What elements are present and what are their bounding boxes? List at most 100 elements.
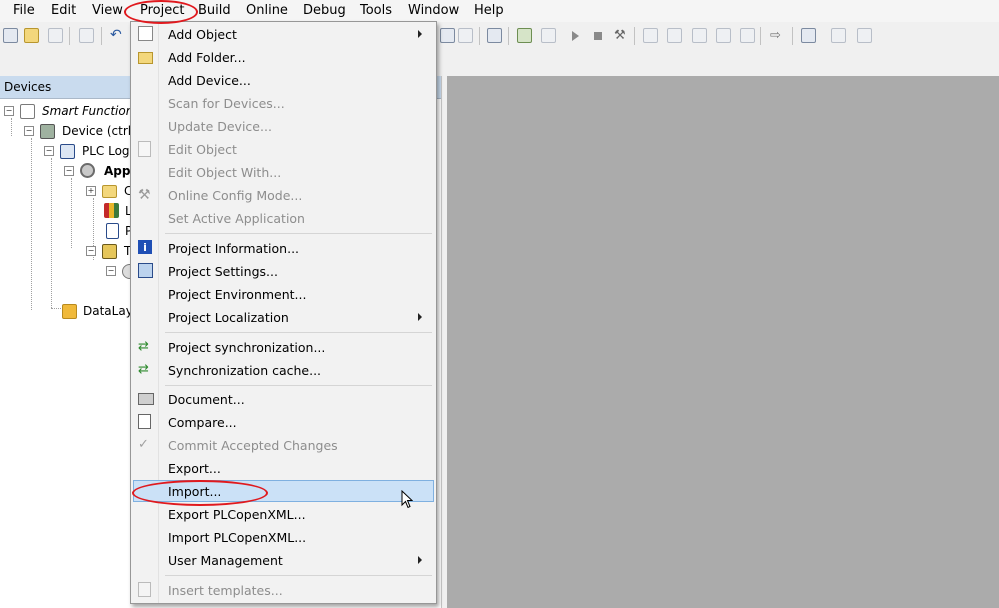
menu-item-label: Project Settings... xyxy=(168,264,278,279)
collapse-icon[interactable]: − xyxy=(4,106,14,116)
document-icon xyxy=(106,223,119,239)
toolbar-separator xyxy=(479,27,480,45)
toolbar-separator xyxy=(101,27,102,45)
printer-icon xyxy=(138,393,154,405)
menu-item-compare[interactable]: Compare... xyxy=(133,411,434,433)
menu-item-edit-object[interactable]: Edit Object xyxy=(133,138,434,160)
force-values-icon[interactable] xyxy=(831,28,846,43)
menu-view[interactable]: View xyxy=(92,3,123,19)
settings-icon xyxy=(138,263,153,278)
toolbar-icon[interactable] xyxy=(440,28,455,43)
menu-item-label: Project synchronization... xyxy=(168,340,326,355)
menu-tools[interactable]: Tools xyxy=(360,3,392,19)
device-icon xyxy=(40,124,55,139)
folder-icon xyxy=(138,52,153,64)
toolbar-icon[interactable] xyxy=(458,28,473,43)
build-icon[interactable] xyxy=(487,28,502,43)
stop-icon[interactable] xyxy=(594,32,602,40)
print-icon[interactable] xyxy=(79,28,94,43)
menu-build[interactable]: Build xyxy=(198,3,231,19)
submenu-arrow-icon xyxy=(418,556,422,564)
menu-item-add-folder[interactable]: Add Folder... xyxy=(133,46,434,68)
logout-icon[interactable] xyxy=(541,28,556,43)
menu-item-online-config-mode[interactable]: ⚒ Online Config Mode... xyxy=(133,184,434,206)
tree-connector xyxy=(71,178,72,248)
tree-connector xyxy=(51,158,52,308)
menu-item-label: Export PLCopenXML... xyxy=(168,507,306,522)
wrench-icon[interactable]: ⚒ xyxy=(614,28,629,43)
menu-item-project-synchronization[interactable]: ⇄ Project synchronization... xyxy=(133,336,434,358)
unforce-icon[interactable] xyxy=(857,28,872,43)
template-icon xyxy=(138,582,151,597)
menu-item-user-management[interactable]: User Management xyxy=(133,549,434,571)
add-object-icon xyxy=(138,26,153,41)
menu-edit[interactable]: Edit xyxy=(51,3,76,19)
menu-item-add-device[interactable]: Add Device... xyxy=(133,69,434,91)
submenu-arrow-icon xyxy=(418,30,422,38)
expand-icon[interactable]: + xyxy=(86,186,96,196)
menu-help[interactable]: Help xyxy=(474,3,504,19)
toolbar-separator xyxy=(508,27,509,45)
tree-connector xyxy=(51,308,61,309)
submenu-arrow-icon xyxy=(418,313,422,321)
undo-icon[interactable]: ↶ xyxy=(110,28,125,43)
save-project-icon[interactable] xyxy=(48,28,63,43)
menu-window[interactable]: Window xyxy=(408,3,459,19)
menu-item-label: Update Device... xyxy=(168,119,272,134)
menu-item-label: Commit Accepted Changes xyxy=(168,438,338,453)
menu-item-project-settings[interactable]: Project Settings... xyxy=(133,260,434,282)
collapse-icon[interactable]: − xyxy=(24,126,34,136)
menu-item-label: Add Device... xyxy=(168,73,251,88)
menu-item-scan-for-devices[interactable]: Scan for Devices... xyxy=(133,92,434,114)
menu-item-add-object[interactable]: Add Object xyxy=(133,23,434,45)
collapse-icon[interactable]: − xyxy=(86,246,96,256)
open-project-icon[interactable] xyxy=(24,28,39,43)
menu-item-label: Edit Object With... xyxy=(168,165,282,180)
menu-item-import-plcopenxml[interactable]: Import PLCopenXML... xyxy=(133,526,434,548)
write-values-icon[interactable] xyxy=(801,28,816,43)
devices-panel-title: Devices xyxy=(4,80,52,94)
menu-item-project-information[interactable]: i Project Information... xyxy=(133,237,434,259)
menu-item-label: Synchronization cache... xyxy=(168,363,322,378)
step-out-icon[interactable] xyxy=(692,28,707,43)
datalayer-icon xyxy=(62,304,77,319)
collapse-icon[interactable]: − xyxy=(106,266,116,276)
edit-object-icon xyxy=(138,141,151,157)
menu-item-label: Insert templates... xyxy=(168,583,283,598)
menu-item-set-active-application[interactable]: Set Active Application xyxy=(133,207,434,229)
new-project-icon[interactable] xyxy=(3,28,18,43)
sync-icon: ⇄ xyxy=(138,339,149,354)
menu-item-label: Export... xyxy=(168,461,221,476)
login-icon[interactable] xyxy=(517,28,532,43)
step-over-icon[interactable] xyxy=(643,28,658,43)
menu-item-label: Project Localization xyxy=(168,310,289,325)
menu-item-label: User Management xyxy=(168,553,283,568)
import-callout xyxy=(132,480,268,506)
menu-item-insert-templates[interactable]: Insert templates... xyxy=(133,579,434,601)
collapse-icon[interactable]: − xyxy=(64,166,74,176)
menu-item-edit-object-with[interactable]: Edit Object With... xyxy=(133,161,434,183)
menu-item-synchronization-cache[interactable]: ⇄ Synchronization cache... xyxy=(133,359,434,381)
menu-item-project-environment[interactable]: Project Environment... xyxy=(133,283,434,305)
menu-item-export-plcopenxml[interactable]: Export PLCopenXML... xyxy=(133,503,434,525)
menu-debug[interactable]: Debug xyxy=(303,3,346,19)
menu-item-update-device[interactable]: Update Device... xyxy=(133,115,434,137)
task-config-icon xyxy=(102,244,117,259)
project-menu-callout xyxy=(124,0,198,24)
start-icon[interactable] xyxy=(572,31,579,41)
plc-logic-icon xyxy=(60,144,75,159)
menu-file[interactable]: File xyxy=(13,3,35,19)
menu-item-project-localization[interactable]: Project Localization xyxy=(133,306,434,328)
menu-item-commit-accepted-changes[interactable]: ✓ Commit Accepted Changes xyxy=(133,434,434,456)
menu-item-export[interactable]: Export... xyxy=(133,457,434,479)
step-into-icon[interactable] xyxy=(667,28,682,43)
menu-online[interactable]: Online xyxy=(246,3,288,19)
breakpoint-icon[interactable] xyxy=(740,28,755,43)
arrow-right-icon[interactable]: ⇨ xyxy=(770,28,785,43)
menu-item-label: Compare... xyxy=(168,415,237,430)
run-to-cursor-icon[interactable] xyxy=(716,28,731,43)
collapse-icon[interactable]: − xyxy=(44,146,54,156)
compare-icon xyxy=(138,414,151,429)
menu-item-document[interactable]: Document... xyxy=(133,388,434,410)
commit-icon: ✓ xyxy=(138,437,149,452)
